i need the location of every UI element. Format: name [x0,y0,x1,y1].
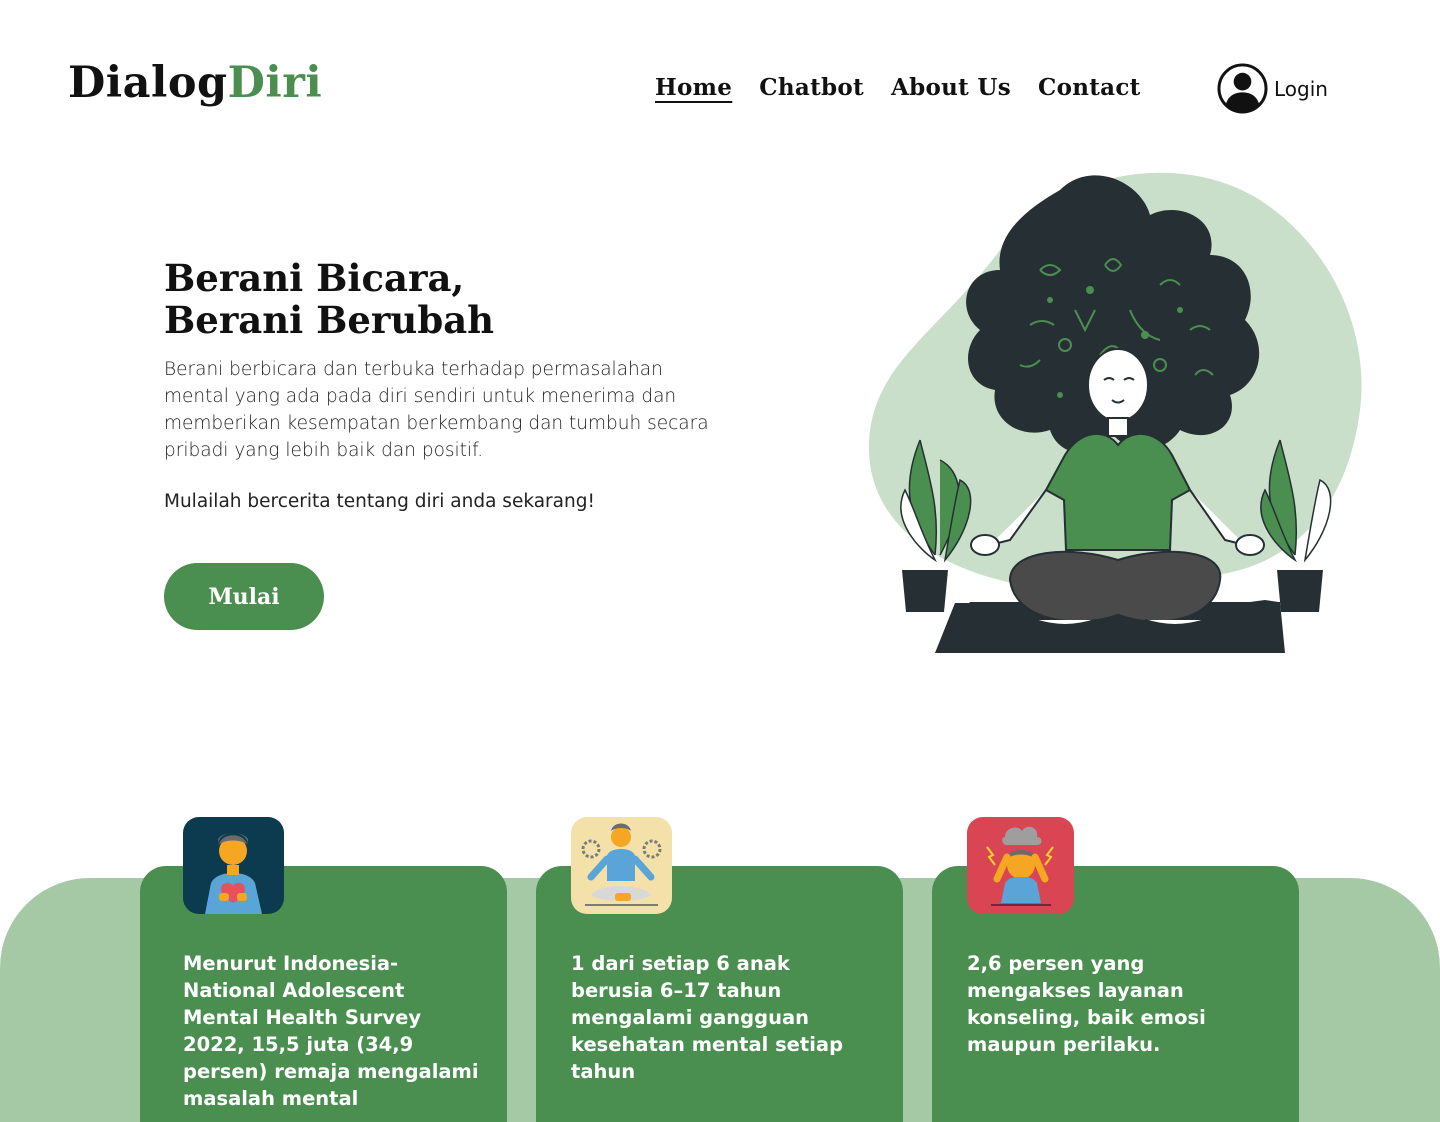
man-holding-heart-icon [183,817,284,914]
start-button[interactable]: Mulai [164,563,324,630]
meditating-woman-illustration [868,172,1362,653]
nav-link-chatbot[interactable]: Chatbot [759,74,864,101]
stressed-person-icon [967,817,1074,914]
hero-cta-text: Mulailah bercerita tentang diri anda sek… [164,491,595,512]
hero-title: Berani Bicara, Berani Berubah [164,257,494,341]
login-button[interactable]: Login [1217,63,1328,114]
brand-logo[interactable]: DialogDiri [68,58,322,108]
login-label: Login [1274,76,1328,101]
main-nav: Home Chatbot About Us Contact [655,74,1141,101]
brand-logo-part2: Diri [227,58,323,108]
user-circle-icon [1217,63,1268,114]
meditating-man-icon [571,817,672,914]
brand-logo-part1: Dialog [68,58,228,108]
stat-card-2-text: 1 dari setiap 6 anak berusia 6–17 tahun … [571,952,844,1083]
hero-title-line2: Berani Berubah [164,298,495,342]
stat-card-3-text: 2,6 persen yang mengakses layanan konsel… [967,952,1206,1056]
stat-card-1-text: Menurut Indonesia-National Adolescent Me… [183,952,479,1110]
hero-description: Berani berbicara dan terbuka terhadap pe… [164,359,709,461]
hero-title-line1: Berani Bicara, [164,256,465,300]
nav-link-home[interactable]: Home [655,74,732,101]
nav-link-about-us[interactable]: About Us [891,74,1011,101]
nav-link-contact[interactable]: Contact [1038,74,1141,101]
